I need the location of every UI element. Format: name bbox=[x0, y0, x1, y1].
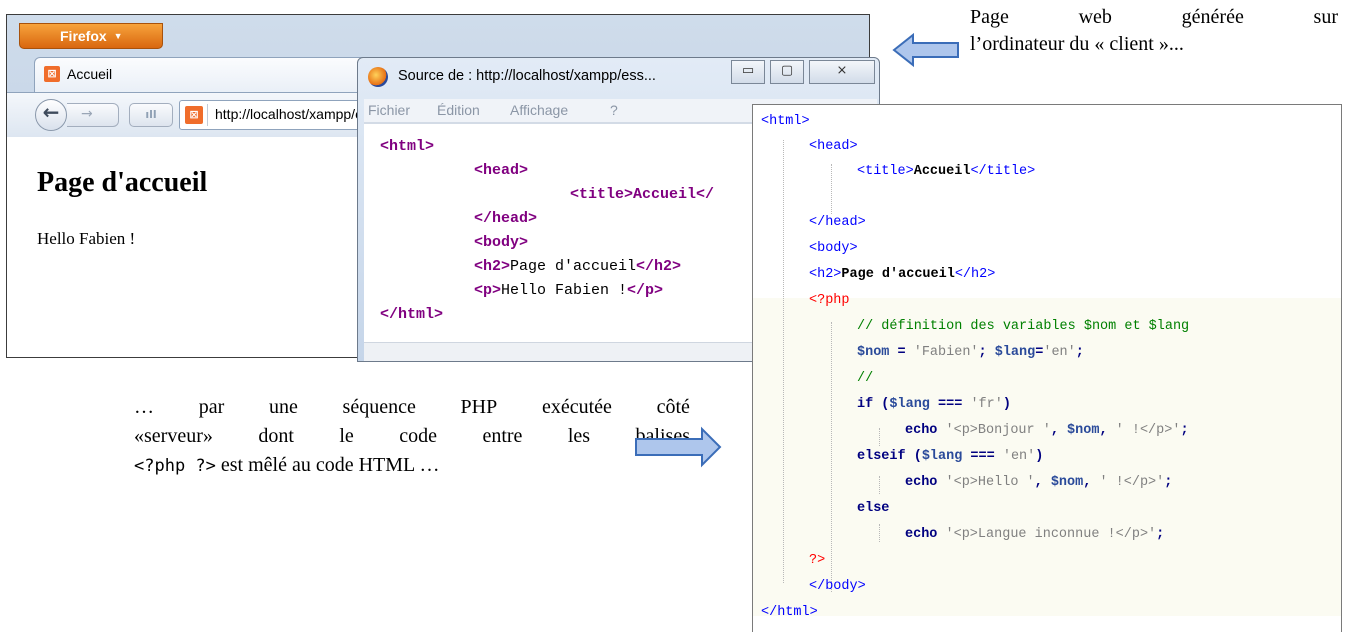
code-line: </html> bbox=[761, 605, 818, 620]
menu-fichier[interactable]: Fichier bbox=[368, 102, 410, 118]
indent-guide bbox=[831, 164, 832, 214]
source-window-title: Source de : http://localhost/xampp/ess..… bbox=[398, 68, 656, 84]
code-line: <body> bbox=[809, 241, 858, 256]
minimize-icon[interactable]: ▭ bbox=[731, 60, 765, 84]
tab-label: Accueil bbox=[67, 66, 113, 82]
indent-guide bbox=[879, 428, 880, 446]
source-line: </head> bbox=[474, 210, 538, 227]
indent-guide bbox=[783, 140, 784, 583]
code-line: echo '<p>Bonjour ', $nom, ' !</p>'; bbox=[905, 423, 1189, 438]
page-paragraph: Hello Fabien ! bbox=[37, 229, 136, 248]
source-line: <head> bbox=[474, 162, 529, 179]
code-line: // définition des variables $nom et $lan… bbox=[857, 319, 1190, 334]
code-line: // bbox=[857, 371, 874, 386]
source-line: <h2>Page d'accueil</h2> bbox=[474, 258, 682, 275]
menu-help[interactable]: ? bbox=[610, 102, 618, 118]
code-line: <html> bbox=[761, 114, 810, 129]
firefox-logo-icon bbox=[368, 67, 388, 87]
maximize-icon[interactable]: ▢ bbox=[770, 60, 804, 84]
left-arrow-icon bbox=[892, 32, 959, 68]
source-line: </html> bbox=[380, 306, 444, 323]
indent-guide bbox=[879, 476, 880, 494]
server-caption: … par une séquence PHP exécutée côté «se… bbox=[134, 396, 690, 476]
indent-guide bbox=[879, 524, 880, 542]
menu-affichage[interactable]: Affichage bbox=[510, 102, 568, 118]
code-line: $nom = 'Fabien'; $lang='en'; bbox=[857, 345, 1084, 360]
xampp-icon: ⊠ bbox=[185, 106, 203, 124]
firefox-menu-label: Firefox bbox=[60, 28, 107, 44]
tab-accueil[interactable]: ⊠ Accueil bbox=[34, 57, 404, 93]
url-divider bbox=[207, 104, 208, 126]
xampp-icon: ⊠ bbox=[44, 66, 60, 82]
code-line: <?php bbox=[809, 293, 850, 308]
source-line: <html> bbox=[380, 138, 435, 155]
dropdown-arrow-icon: ▼ bbox=[113, 31, 123, 41]
php-code-editor: <html> <head> <title>Accueil</title> </h… bbox=[752, 104, 1342, 632]
code-line: </head> bbox=[809, 215, 866, 230]
code-line: </body> bbox=[809, 579, 866, 594]
close-icon[interactable]: ⨯ bbox=[809, 60, 875, 84]
code-line: elseif ($lang === 'en') bbox=[857, 449, 1044, 464]
code-line: <title>Accueil</title> bbox=[857, 164, 1036, 179]
forward-arrow-icon[interactable]: → bbox=[67, 103, 119, 127]
right-arrow-icon bbox=[635, 426, 722, 468]
signal-bars-icon[interactable]: ıll bbox=[129, 103, 173, 127]
source-line: <title>Accueil</ bbox=[570, 186, 715, 203]
code-line: echo '<p>Langue inconnue !</p>'; bbox=[905, 527, 1165, 542]
code-line: echo '<p>Hello ', $nom, ' !</p>'; bbox=[905, 475, 1173, 490]
client-caption: Page web générée sur l’ordinateur du « c… bbox=[970, 6, 1338, 55]
firefox-menu-button[interactable]: Firefox ▼ bbox=[19, 23, 163, 49]
indent-guide bbox=[831, 322, 832, 592]
code-line: <h2>Page d'accueil</h2> bbox=[809, 267, 996, 282]
source-line: <body> bbox=[474, 234, 529, 251]
code-line: else bbox=[857, 501, 890, 516]
source-line: <p>Hello Fabien !</p> bbox=[474, 282, 664, 299]
code-line: ?> bbox=[809, 553, 826, 568]
menu-edition[interactable]: Édition bbox=[437, 102, 480, 118]
page-heading: Page d'accueil bbox=[37, 167, 208, 198]
back-arrow-icon[interactable]: ← bbox=[35, 99, 67, 131]
code-line: if ($lang === 'fr') bbox=[857, 397, 1011, 412]
code-line: <head> bbox=[809, 139, 858, 154]
